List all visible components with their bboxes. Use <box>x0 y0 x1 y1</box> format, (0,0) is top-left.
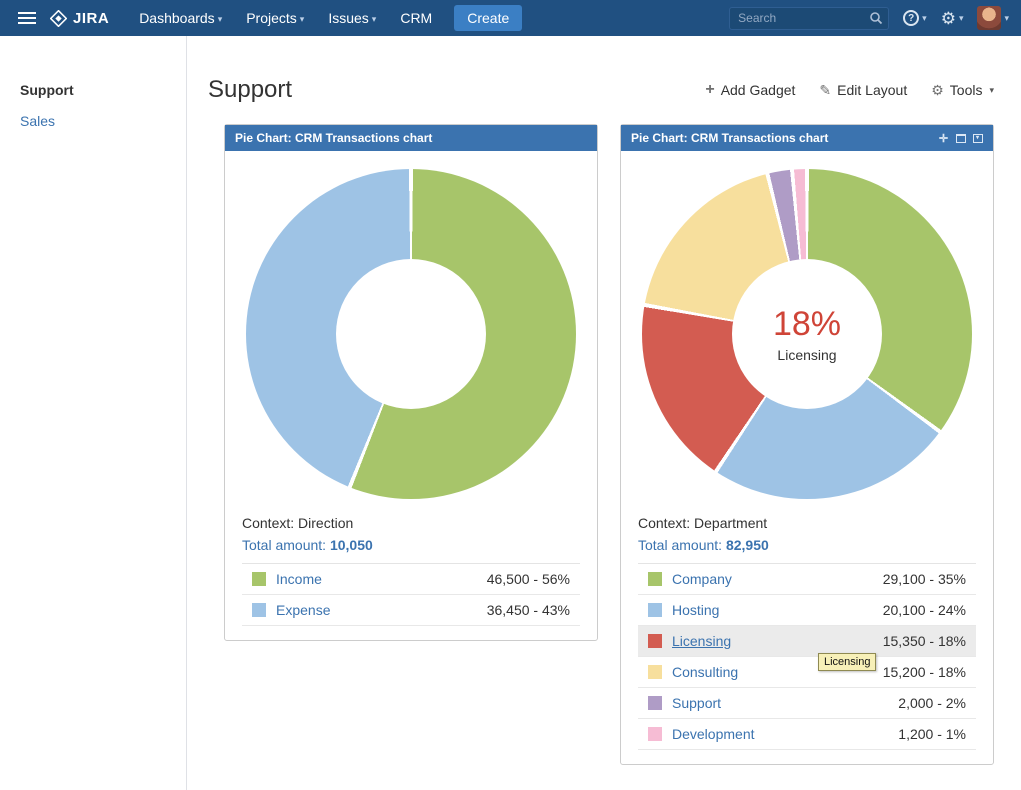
dashboard-content: Support + Add Gadget ✎ Edit Layout ⚙ Too… <box>187 36 1021 790</box>
gadget-title: Pie Chart: CRM Transactions chart <box>631 131 828 145</box>
legend-swatch <box>648 696 662 710</box>
page-title: Support <box>208 76 292 104</box>
legend-value: 15,200 - 18% <box>883 664 966 680</box>
nav-item-crm[interactable]: CRM <box>388 0 444 36</box>
chevron-down-icon: ▾ <box>218 14 223 24</box>
legend-label-link[interactable]: Hosting <box>672 602 883 618</box>
legend-label-link[interactable]: Company <box>672 571 883 587</box>
chevron-down-icon: ▾ <box>372 14 377 24</box>
gadget-menu-icon[interactable]: ▾ <box>972 133 983 144</box>
add-gadget-button[interactable]: + Add Gadget <box>705 82 795 98</box>
sidebar-item-support[interactable]: Support <box>20 82 186 98</box>
legend-swatch <box>648 665 662 679</box>
center-label: Licensing <box>777 347 836 363</box>
legend-swatch <box>648 634 662 648</box>
legend-row[interactable]: Income46,500 - 56% <box>242 564 580 595</box>
tools-button[interactable]: ⚙ Tools ▾ <box>931 82 994 99</box>
legend-swatch <box>252 603 266 617</box>
chart-context: Context: Direction <box>242 515 580 531</box>
total-amount-value: 10,050 <box>330 537 373 553</box>
nav-item-dashboards[interactable]: Dashboards▾ <box>127 0 234 37</box>
legend-label-link[interactable]: Support <box>672 695 898 711</box>
jira-logo-icon <box>50 10 67 27</box>
legend: Income46,500 - 56%Expense36,450 - 43% <box>242 563 580 626</box>
search-icon[interactable] <box>869 11 883 25</box>
nav-item-projects[interactable]: Projects▾ <box>234 0 316 37</box>
chevron-down-icon: ▾ <box>922 13 927 24</box>
user-profile-menu[interactable]: ▾ <box>977 6 1009 30</box>
application-window: JIRA Dashboards▾ Projects▾ Issues▾ CRM C… <box>0 0 1021 790</box>
legend-swatch <box>252 572 266 586</box>
maximize-gadget-icon[interactable] <box>955 133 966 144</box>
admin-settings-menu[interactable]: ⚙ ▾ <box>941 10 964 27</box>
gadget-header[interactable]: Pie Chart: CRM Transactions chart <box>225 125 597 151</box>
legend-row[interactable]: Support2,000 - 2% <box>638 688 976 719</box>
legend-value: 29,100 - 35% <box>883 571 966 587</box>
move-gadget-icon[interactable]: ✛ <box>938 133 949 144</box>
hover-tooltip: Licensing <box>818 653 876 671</box>
jira-logo[interactable]: JIRA <box>50 10 109 27</box>
legend-value: 46,500 - 56% <box>487 571 570 587</box>
pencil-icon: ✎ <box>819 82 831 99</box>
gadget-header[interactable]: Pie Chart: CRM Transactions chart ✛ ▾ <box>621 125 993 151</box>
chart-total: Total amount: 82,950 <box>638 537 976 553</box>
donut-hole <box>336 259 486 409</box>
chevron-down-icon: ▾ <box>300 14 305 24</box>
legend-row[interactable]: Consulting15,200 - 18% <box>638 657 976 688</box>
search-input[interactable] <box>729 7 889 30</box>
gadget-pie-chart-direction: Pie Chart: CRM Transactions chart Contex… <box>224 124 598 641</box>
chevron-down-icon: ▾ <box>989 85 994 96</box>
sidebar-item-sales[interactable]: Sales <box>20 113 186 129</box>
edit-layout-button[interactable]: ✎ Edit Layout <box>819 82 907 99</box>
legend-value: 1,200 - 1% <box>898 726 966 742</box>
avatar <box>977 6 1001 30</box>
legend-row[interactable]: Company29,100 - 35% <box>638 564 976 595</box>
legend-row[interactable]: Licensing15,350 - 18% <box>638 626 976 657</box>
gadget-title: Pie Chart: CRM Transactions chart <box>235 131 432 145</box>
donut-hole: 18% Licensing <box>732 259 882 409</box>
dashboard-sidebar: Support Sales <box>0 36 187 790</box>
legend-value: 20,100 - 24% <box>883 602 966 618</box>
hamburger-menu-icon[interactable] <box>18 12 36 24</box>
chart-total: Total amount: 10,050 <box>242 537 580 553</box>
top-navigation-bar: JIRA Dashboards▾ Projects▾ Issues▾ CRM C… <box>0 0 1021 36</box>
gear-icon: ⚙ <box>931 82 944 99</box>
legend-swatch <box>648 603 662 617</box>
legend-row[interactable]: Expense36,450 - 43% <box>242 595 580 626</box>
legend-value: 36,450 - 43% <box>487 602 570 618</box>
total-amount-value: 82,950 <box>726 537 769 553</box>
legend-row[interactable]: Development1,200 - 1% <box>638 719 976 750</box>
plus-icon: + <box>705 82 714 98</box>
brand-name: JIRA <box>73 10 109 27</box>
gadget-pie-chart-department: Pie Chart: CRM Transactions chart ✛ ▾ 18… <box>620 124 994 765</box>
gear-icon: ⚙ <box>941 10 956 27</box>
chart-context: Context: Department <box>638 515 976 531</box>
help-icon: ? <box>903 10 919 26</box>
legend-label-link[interactable]: Income <box>276 571 487 587</box>
help-menu[interactable]: ? ▾ <box>903 10 927 26</box>
legend: Company29,100 - 35%Hosting20,100 - 24%Li… <box>638 563 976 750</box>
legend-row[interactable]: Hosting20,100 - 24% <box>638 595 976 626</box>
donut-chart[interactable] <box>246 169 576 499</box>
create-button[interactable]: Create <box>454 5 522 31</box>
legend-value: 15,350 - 18% <box>883 633 966 649</box>
legend-value: 2,000 - 2% <box>898 695 966 711</box>
nav-item-issues[interactable]: Issues▾ <box>316 0 388 37</box>
legend-label-link[interactable]: Licensing <box>672 633 883 649</box>
chevron-down-icon: ▾ <box>959 13 964 24</box>
chevron-down-icon: ▾ <box>1004 13 1009 24</box>
legend-swatch <box>648 572 662 586</box>
donut-chart[interactable]: 18% Licensing <box>642 169 972 499</box>
legend-label-link[interactable]: Expense <box>276 602 487 618</box>
center-percentage: 18% <box>773 305 841 344</box>
legend-label-link[interactable]: Development <box>672 726 898 742</box>
legend-swatch <box>648 727 662 741</box>
